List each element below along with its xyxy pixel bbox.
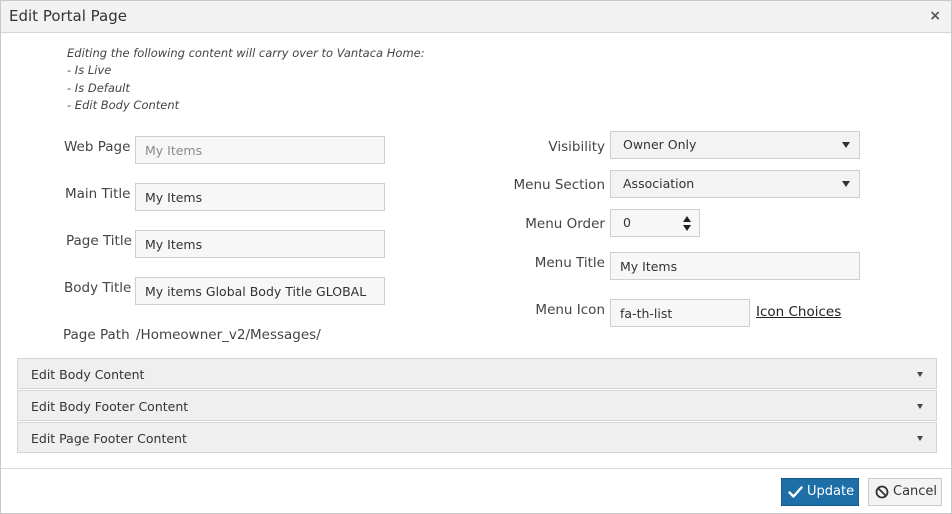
visibility-label: Visibility <box>548 139 605 155</box>
panel-label: Edit Body Footer Content <box>31 399 189 414</box>
edit-page-footer-content-panel[interactable]: Edit Page Footer Content <box>17 422 937 453</box>
chevron-down-icon <box>842 142 850 148</box>
body-title-field[interactable] <box>135 277 385 305</box>
dialog-title: Edit Portal Page <box>9 7 127 25</box>
cancel-button[interactable]: Cancel <box>868 478 942 506</box>
main-title-label: Main Title <box>65 186 131 202</box>
menu-section-label: Menu Section <box>513 177 605 193</box>
chevron-down-icon <box>917 436 923 441</box>
edit-body-content-panel[interactable]: Edit Body Content <box>17 358 937 389</box>
footer-divider <box>1 468 951 469</box>
web-page-field[interactable] <box>135 136 385 164</box>
page-title-label: Page Title <box>66 233 132 249</box>
edit-body-footer-content-panel[interactable]: Edit Body Footer Content <box>17 390 937 421</box>
dialog-titlebar: Edit Portal Page × <box>1 1 951 33</box>
page-title-field[interactable] <box>135 230 385 258</box>
menu-icon-label: Menu Icon <box>535 302 605 318</box>
web-page-label: Web Page <box>64 139 131 155</box>
decrement-arrow-icon[interactable] <box>683 225 691 231</box>
close-icon[interactable]: × <box>929 8 941 24</box>
menu-order-label: Menu Order <box>525 216 605 232</box>
menu-section-selected: Association <box>623 176 695 191</box>
body-title-label: Body Title <box>64 280 132 296</box>
menu-title-label: Menu Title <box>534 255 605 271</box>
main-title-field[interactable] <box>135 183 385 211</box>
chevron-down-icon <box>842 181 850 187</box>
panel-label: Edit Body Content <box>31 367 145 382</box>
visibility-selected: Owner Only <box>623 137 697 152</box>
menu-icon-field[interactable] <box>610 299 750 327</box>
cancel-button-label: Cancel <box>893 484 938 499</box>
menu-order-stepper[interactable]: 0 <box>610 209 700 237</box>
menu-title-field[interactable] <box>610 252 860 280</box>
update-button-label: Update <box>807 484 855 499</box>
icon-choices-link[interactable]: Icon Choices <box>756 304 841 320</box>
menu-section-select[interactable]: Association <box>610 170 860 198</box>
carry-over-notice: Editing the following content will carry… <box>67 45 425 114</box>
page-path-label: Page Path <box>63 327 130 343</box>
notice-heading: Editing the following content will carry… <box>67 46 425 60</box>
edit-portal-page-dialog: Edit Portal Page × Editing the following… <box>0 0 952 514</box>
menu-order-value: 0 <box>623 215 631 230</box>
panel-label: Edit Page Footer Content <box>31 431 187 446</box>
chevron-down-icon <box>917 372 923 377</box>
visibility-select[interactable]: Owner Only <box>610 131 860 159</box>
check-icon <box>788 486 803 498</box>
notice-item: - Is Live <box>67 63 112 78</box>
update-button[interactable]: Update <box>781 478 859 506</box>
notice-item: - Is Default <box>67 80 130 95</box>
notice-item: - Edit Body Content <box>67 97 180 112</box>
page-path-value: /Homeowner_v2/Messages/ <box>136 327 321 343</box>
ban-icon <box>875 485 889 499</box>
increment-arrow-icon[interactable] <box>683 216 691 222</box>
chevron-down-icon <box>917 404 923 409</box>
